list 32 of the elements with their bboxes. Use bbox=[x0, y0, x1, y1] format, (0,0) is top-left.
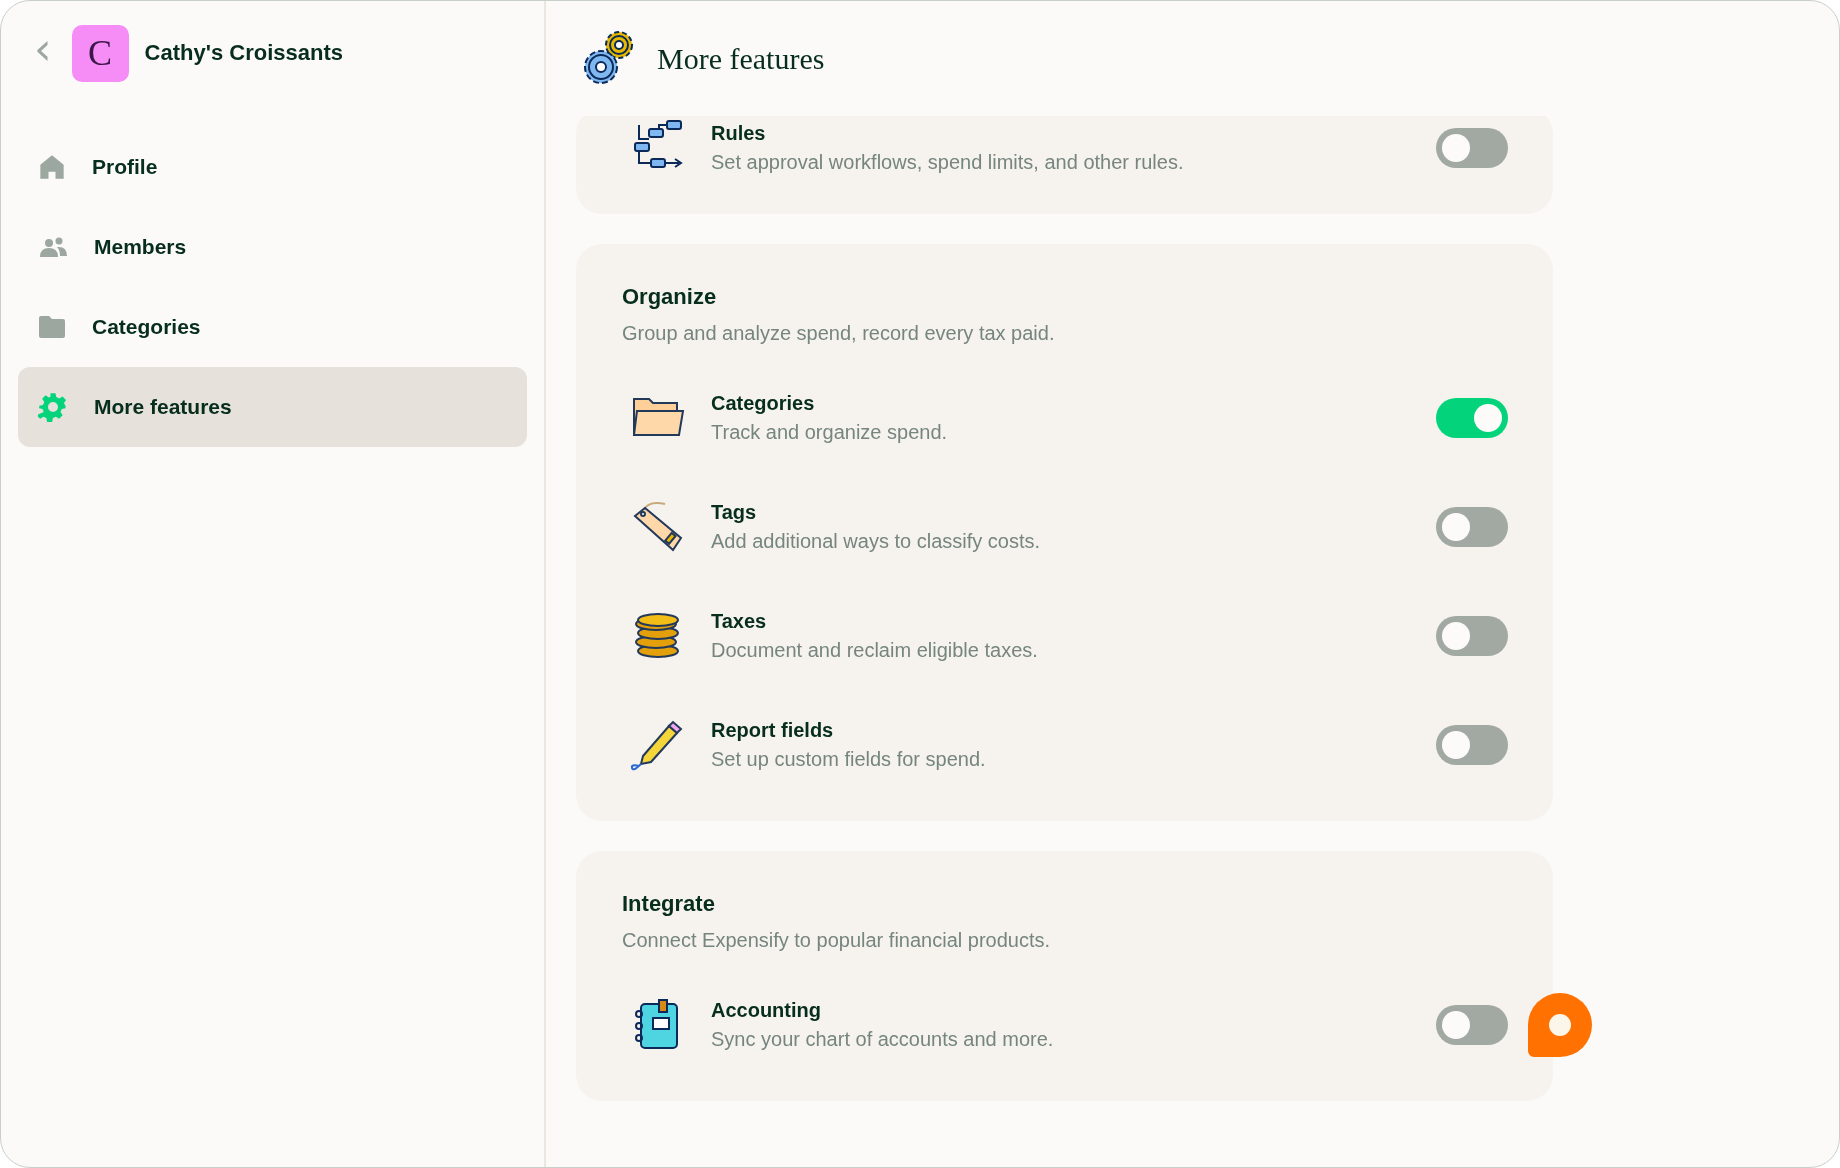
feature-title: Accounting bbox=[711, 998, 822, 1022]
feature-description: Add additional ways to classify costs. bbox=[711, 529, 1042, 553]
feature-description: Set approval workflows, spend limits, and other rules. bbox=[711, 151, 1185, 174]
sidebar-item[interactable]: More features bbox=[18, 367, 527, 447]
sidebar-item[interactable]: Categories bbox=[18, 287, 527, 367]
feature-title: Tags bbox=[711, 500, 758, 524]
workspace-avatar: C bbox=[71, 24, 129, 82]
folder-icon bbox=[38, 315, 66, 339]
home-icon bbox=[38, 153, 66, 181]
workspace-name: Cathy's Croissants bbox=[144, 40, 344, 66]
toggle-switch[interactable] bbox=[1436, 724, 1508, 765]
section-description: Connect Expensify to popular financial products. bbox=[622, 929, 1052, 952]
toggle-switch[interactable] bbox=[1436, 615, 1508, 656]
section-title: Organize bbox=[622, 284, 718, 310]
sidebar-item[interactable]: Members bbox=[18, 207, 527, 287]
feature-description: Document and reclaim eligible taxes. bbox=[711, 638, 1039, 662]
feature-title: Rules bbox=[711, 122, 767, 145]
sidebar-item[interactable]: Profile bbox=[18, 127, 527, 207]
section-description: Group and analyze spend, record every tax paid. bbox=[622, 322, 1056, 345]
toggle-switch[interactable] bbox=[1436, 128, 1508, 168]
section-title: Integrate bbox=[622, 891, 716, 917]
page-title: More features bbox=[657, 41, 825, 76]
toggle-switch[interactable] bbox=[1436, 506, 1508, 547]
gear-icon bbox=[38, 392, 68, 422]
feature-description: Track and organize spend. bbox=[711, 420, 949, 444]
feature-title: Taxes bbox=[711, 609, 768, 633]
toggle-switch[interactable] bbox=[1436, 1004, 1508, 1045]
feature-description: Set up custom fields for spend. bbox=[711, 747, 987, 771]
feature-title: Report fields bbox=[711, 718, 835, 742]
toggle-switch[interactable] bbox=[1436, 397, 1508, 438]
feature-title: Categories bbox=[711, 391, 816, 415]
feature-description: Sync your chart of accounts and more. bbox=[711, 1027, 1055, 1051]
